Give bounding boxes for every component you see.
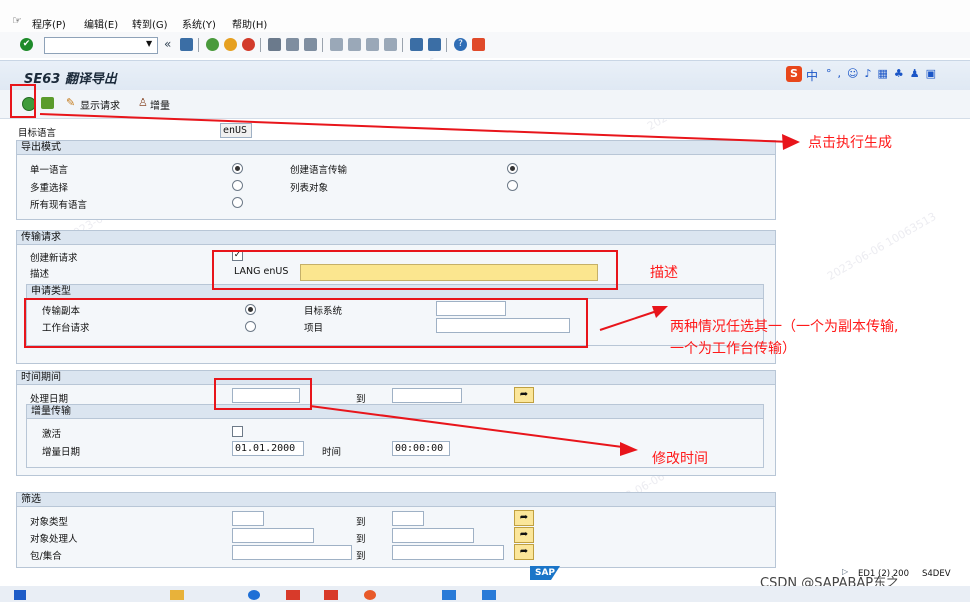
modify-time-annotation: 修改时间 (652, 451, 708, 467)
annotation-arrows (39, 113, 800, 456)
execute-annotation: 点击执行生成 (808, 135, 892, 151)
request-type-arrowhead (652, 306, 668, 318)
request-type-arrow (599, 309, 661, 331)
description-annotation: 描述 (650, 265, 678, 281)
execute-arrowhead (782, 134, 800, 150)
choose-annotation-line2: 一个为工作台传输） (670, 341, 796, 357)
date-arrowhead (620, 442, 638, 456)
choose-annotation-line1: 两种情况任选其一（一个为副本传输, (670, 319, 899, 335)
execute-arrow (39, 113, 793, 143)
date-arrow (309, 405, 631, 449)
